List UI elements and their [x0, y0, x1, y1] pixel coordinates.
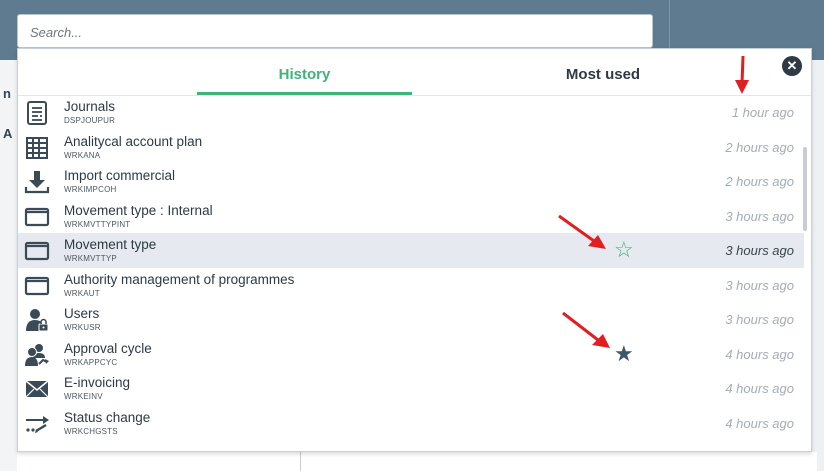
favorite-star-filled-icon[interactable]: ★ [614, 342, 634, 365]
item-time: 3 hours ago [725, 312, 794, 327]
list-item[interactable]: Movement type : Internal WRKMVTTYPINT 3 … [18, 199, 804, 234]
item-title: Analitycal account plan [64, 133, 203, 149]
background-strip [17, 452, 817, 471]
item-time: 4 hours ago [725, 415, 794, 431]
history-list: Journals DSPJOUPUR 1 hour ago Analitycal… [18, 95, 804, 440]
item-title: Approval cycle [64, 340, 152, 356]
item-title: Users [64, 306, 100, 321]
item-time: 3 hours ago [725, 208, 794, 224]
item-time: 2 hours ago [725, 139, 794, 155]
item-title: Import commercial [64, 168, 176, 183]
list-item[interactable]: Journals DSPJOUPUR 1 hour ago [18, 95, 804, 130]
item-code: WRKAUT [64, 288, 100, 298]
item-time: 1 hour ago [731, 105, 794, 120]
list-scrollbar[interactable] [803, 147, 807, 231]
tab-most-used-label: Most used [565, 66, 641, 83]
item-code: WRKEINV [64, 392, 103, 401]
item-code: WRKANA [64, 150, 101, 160]
item-code: WRKAPPCYC [64, 357, 118, 367]
list-item[interactable]: Import commercial WRKIMPCOH 2 hours ago [18, 164, 804, 199]
status-change-icon [26, 415, 49, 433]
item-title: Journals [64, 99, 116, 114]
window-icon [24, 276, 50, 295]
grid-icon [26, 136, 48, 159]
item-title: Movement type : Internal [64, 202, 213, 218]
tab-history-label: History [278, 66, 331, 83]
left-column: n A [0, 60, 17, 471]
item-time: 3 hours ago [725, 243, 794, 258]
background-letter: n [3, 86, 11, 101]
window-icon [24, 241, 50, 261]
envelope-icon [25, 380, 49, 398]
annotation-arrow-icon [558, 214, 606, 249]
item-time: 2 hours ago [725, 174, 794, 189]
item-code: WRKUSR [64, 323, 101, 332]
item-code: DSPJOUPUR [64, 116, 116, 125]
tab-history[interactable]: History [197, 59, 412, 95]
item-time: 4 hours ago [725, 346, 794, 362]
window-icon [24, 207, 50, 226]
background-divider [300, 452, 301, 471]
close-icon[interactable]: ✕ [782, 56, 802, 76]
list-item-highlighted[interactable]: Movement type WRKMVTTYP ☆ 3 hours ago [18, 233, 804, 268]
list-item[interactable]: Authority management of programmes WRKAU… [18, 268, 804, 303]
item-code: WRKMVTTYPINT [64, 219, 131, 229]
right-column [812, 60, 824, 471]
annotation-arrow-icon [562, 311, 610, 348]
item-title: Movement type [64, 237, 157, 252]
item-code: WRKIMPCOH [64, 185, 117, 194]
search-box [17, 14, 653, 48]
search-input[interactable] [30, 23, 630, 41]
list-item[interactable]: Analitycal account plan WRKANA 2 hours a… [18, 130, 804, 165]
list-item[interactable]: Approval cycle WRKAPPCYC ★ 4 hours ago [18, 337, 804, 372]
history-dropdown: History Most used ✕ Journals DSPJOUPUR 1… [17, 48, 812, 452]
journal-icon [27, 101, 47, 125]
item-code: WRKCHGSTS [64, 426, 118, 436]
item-code: WRKMVTTYP [64, 254, 117, 263]
download-icon [24, 171, 50, 194]
list-item[interactable]: E-invoicing WRKEINV 4 hours ago [18, 371, 804, 406]
background-letter: A [3, 126, 13, 141]
annotation-arrow-icon [735, 55, 749, 94]
item-title: E-invoicing [64, 375, 131, 390]
item-time: 4 hours ago [725, 381, 794, 396]
user-lock-icon [26, 309, 49, 332]
item-title: Authority management of programmes [64, 271, 295, 287]
favorite-star-outline-icon[interactable]: ☆ [614, 239, 634, 261]
list-item[interactable]: Status change WRKCHGSTS 4 hours ago [18, 406, 804, 441]
users-approval-icon [25, 343, 49, 366]
list-item[interactable]: Users WRKUSR 3 hours ago [18, 302, 804, 337]
tab-most-used[interactable]: Most used [518, 59, 688, 95]
item-time: 3 hours ago [725, 277, 794, 293]
item-title: Status change [64, 409, 151, 425]
